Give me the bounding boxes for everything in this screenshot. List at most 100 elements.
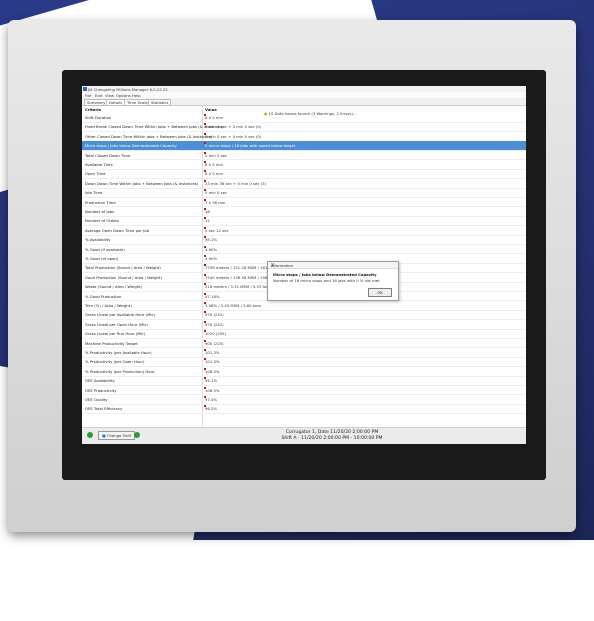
criteria-cell: Available Time bbox=[85, 162, 113, 167]
tab-strip: Summary Details Time Scales Statistics ●… bbox=[82, 98, 526, 116]
criteria-cell: Micro stops / Jobs below Demonstrated Ca… bbox=[85, 143, 177, 149]
value-cell: 8 h 0 min bbox=[205, 115, 224, 120]
table-row[interactable]: % Availability 95.1% bbox=[82, 235, 526, 245]
table-row[interactable]: OEE Productivity 106.5% bbox=[82, 386, 526, 396]
criteria-cell: Shift Duration bbox=[85, 115, 112, 120]
value-cell: 1020 (255) bbox=[205, 331, 227, 337]
criteria-cell: Gross Lineal per Available Hour (Mtr) bbox=[85, 312, 155, 318]
table-row[interactable]: Fixed Break Closed Down Time Within Jobs… bbox=[82, 122, 526, 133]
table-row[interactable]: Machine Productivity Target 900 (225) bbox=[82, 339, 526, 349]
criteria-cell: % Productivity (per Available Hour) bbox=[85, 350, 152, 355]
table-row[interactable]: Average Open Down Time per Job 0 sec 12 s… bbox=[82, 226, 526, 236]
shift-date-line: Corrugator 1, Date 11/20/20 2:00:00 PM bbox=[285, 430, 379, 435]
criteria-cell: Idle Time bbox=[85, 190, 103, 196]
value-cell: 96.2% bbox=[205, 406, 218, 412]
value-cell: 0 sec 12 sec bbox=[205, 227, 229, 233]
table-row[interactable]: Down Down Time Within Jobs + Between Job… bbox=[82, 179, 526, 189]
table-row[interactable]: OEE Availability 95.1% bbox=[82, 376, 526, 386]
table-row[interactable]: Available Time 8 h 0 min bbox=[82, 160, 526, 170]
criteria-cell: Waste (Sound / Area / Weight) bbox=[85, 284, 143, 290]
col-header-criteria[interactable]: Criteria bbox=[85, 107, 101, 112]
criteria-cell: OEE Total Efficiency bbox=[85, 406, 123, 412]
table-row[interactable]: % Productivity (per Available Hour) 101.3… bbox=[82, 348, 526, 358]
criteria-cell: Total Production (Sound / Area / Weight) bbox=[85, 265, 161, 271]
value-cell: 16 bbox=[205, 209, 210, 214]
calendar-icon: ■ bbox=[102, 433, 106, 438]
table-row[interactable]: Number of Orders 12 bbox=[82, 216, 526, 227]
criteria-cell: % Good (if available) bbox=[85, 246, 125, 252]
table-row[interactable]: OEE Quality 97.4% bbox=[82, 395, 526, 405]
next-shift-button[interactable] bbox=[134, 432, 140, 438]
table-row[interactable]: Shift Duration 8 h 0 min bbox=[82, 113, 526, 123]
value-cell: 8 h 0 min bbox=[205, 171, 224, 177]
previous-shift-button[interactable] bbox=[87, 432, 93, 438]
value-cell: 4.90% bbox=[205, 256, 218, 261]
value-cell: 900 (225) bbox=[205, 340, 224, 346]
value-cell: 0 min 0 sec + 0 min 0 sec (0) bbox=[205, 133, 262, 139]
table-row[interactable]: Gross Lineal per Open Hour (Mtr) 970 (242… bbox=[82, 320, 526, 330]
change-shift-button[interactable]: ■ Change Shift bbox=[98, 431, 136, 440]
tab-summary[interactable]: Summary bbox=[84, 99, 109, 106]
dialog-title-bar: Information X bbox=[268, 262, 398, 269]
table-row[interactable]: OEE Total Efficiency 96.2% bbox=[82, 404, 526, 415]
value-cell: 970 (242) bbox=[205, 312, 224, 318]
information-dialog: Information X Micro stops / Jobs below D… bbox=[267, 261, 399, 301]
value-cell: 95.1% bbox=[205, 378, 218, 384]
value-cell: 970 (242) bbox=[205, 321, 224, 327]
value-cell: 0 min 0 sec bbox=[205, 190, 228, 196]
value-cell: 3.56% / 5.43 MSM / 5.60 tons bbox=[205, 303, 261, 308]
criteria-cell: % Good (of open) bbox=[85, 256, 119, 261]
criteria-cell: % Productivity (per Open Hour) bbox=[85, 359, 145, 365]
table-row[interactable]: Total Closed Down Time 0 min 0 sec bbox=[82, 151, 526, 161]
criteria-cell: Average Open Down Time per Job bbox=[85, 227, 149, 233]
value-cell: 8 h 0 min bbox=[205, 162, 224, 167]
table-row[interactable]: Gross Lineal per Available Hour (Mtr) 970… bbox=[82, 310, 526, 321]
value-cell: 0 micro stops / 16 jobs with speed below… bbox=[205, 143, 296, 149]
value-cell: 95.1% bbox=[205, 237, 218, 243]
screen: JM Changeling Millions Manager 6.0.23.25… bbox=[82, 86, 526, 444]
criteria-cell: Production Time bbox=[85, 199, 116, 205]
criteria-cell: Fixed Break Closed Down Time Within Jobs… bbox=[85, 124, 224, 130]
close-icon[interactable]: X bbox=[271, 263, 395, 269]
table-row[interactable]: Micro stops / Jobs below Demonstrated Ca… bbox=[82, 141, 526, 151]
table-row[interactable]: Trim (%) / Area / Weight) 3.56% / 5.43 MS… bbox=[82, 301, 526, 311]
criteria-cell: Other Closed Down Time Within Jobs + Bet… bbox=[85, 133, 213, 139]
table-row[interactable]: Production Time 7 h 36 min bbox=[82, 198, 526, 208]
criteria-cell: OEE Availability bbox=[85, 378, 115, 384]
dialog-heading: Micro stops / Jobs below Demonstrated Ca… bbox=[273, 272, 377, 277]
criteria-cell: Number of Jobs bbox=[85, 209, 115, 214]
table-row[interactable]: % Good (if available) 4.90% bbox=[82, 245, 526, 255]
table-row[interactable]: % Productivity (per Open Hour) 101.3% bbox=[82, 357, 526, 368]
change-shift-label: Change Shift bbox=[106, 433, 132, 438]
tab-details[interactable]: Details bbox=[106, 99, 126, 106]
criteria-cell: Machine Productivity Target bbox=[85, 340, 138, 346]
value-cell: 106.5% bbox=[205, 387, 220, 393]
criteria-cell: Number of Orders bbox=[85, 218, 120, 224]
table-row[interactable]: % Productivity (per Production) Hour 106.… bbox=[82, 367, 526, 377]
value-cell: 0 min 0 sec bbox=[205, 152, 228, 158]
value-cell: 4.90% bbox=[205, 246, 218, 252]
value-cell: 101.3% bbox=[205, 359, 220, 365]
ok-button[interactable]: OK bbox=[368, 288, 392, 297]
table-row[interactable]: Gross Lineal per Run Hour (Mtr) 1020 (255… bbox=[82, 329, 526, 339]
value-cell: 97.18% bbox=[205, 293, 220, 299]
table-row[interactable]: Open Time 8 h 0 min bbox=[82, 169, 526, 180]
tab-statistics[interactable]: Statistics bbox=[148, 99, 172, 106]
table-row[interactable]: Idle Time 0 min 0 sec bbox=[82, 188, 526, 198]
value-cell: 0 min 0 sec + 0 min 0 sec (0) bbox=[205, 124, 262, 130]
value-cell: 101.3% bbox=[205, 350, 220, 355]
dialog-message: Number of 16 micro stops and 16 jobs wit… bbox=[273, 278, 380, 283]
criteria-cell: Down Down Time Within Jobs + Between Job… bbox=[85, 180, 199, 186]
table-row[interactable]: Number of Jobs 16 bbox=[82, 207, 526, 217]
criteria-cell: Good Production (Sound / Area / Weight) bbox=[85, 274, 162, 280]
criteria-cell: Gross Lineal per Run Hour (Mtr) bbox=[85, 331, 146, 337]
table-row[interactable]: Other Closed Down Time Within Jobs + Bet… bbox=[82, 132, 526, 142]
value-cell: 106.5% bbox=[205, 368, 220, 374]
col-header-value[interactable]: Value bbox=[205, 107, 217, 112]
criteria-cell: Open Time bbox=[85, 171, 106, 177]
criteria-cell: Trim (%) / Area / Weight) bbox=[85, 303, 132, 308]
value-cell: 7 h 36 min bbox=[205, 199, 226, 205]
criteria-cell: OEE Quality bbox=[85, 397, 108, 402]
app-icon bbox=[83, 87, 87, 91]
criteria-cell: % Availability bbox=[85, 237, 111, 243]
